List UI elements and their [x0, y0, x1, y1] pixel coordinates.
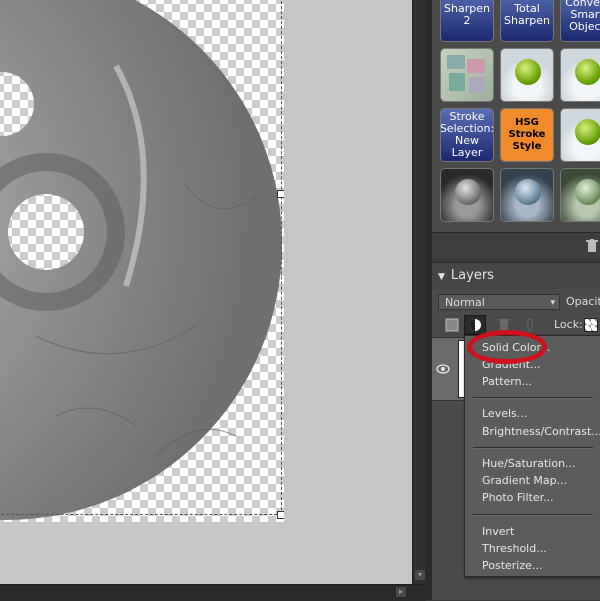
scroll-down-icon[interactable]: ▾	[415, 570, 425, 580]
menu-item-photo-filter[interactable]: Photo Filter...	[482, 491, 554, 505]
effect-thumb[interactable]: Total Sharpen	[500, 0, 554, 42]
selection-marquee	[0, 0, 282, 515]
menu-separator	[473, 514, 593, 516]
trash-icon[interactable]	[586, 239, 598, 253]
menu-item-brightness-contrast[interactable]: Brightness/Contrast...	[482, 425, 600, 439]
delete-layer-icon[interactable]	[496, 317, 512, 333]
effect-thumb[interactable]	[440, 48, 494, 102]
effect-thumb[interactable]: Stroke Selection: New Layer	[440, 108, 494, 162]
link-layers-icon[interactable]	[522, 317, 538, 333]
menu-item-hue-saturation[interactable]: Hue/Saturation...	[482, 457, 576, 471]
adjustment-layer-menu: Solid Color... Gradient... Pattern... Le…	[464, 335, 600, 577]
effects-toolbar	[432, 232, 600, 259]
lock-transparency-icon[interactable]	[584, 318, 598, 332]
effect-thumb[interactable]: HSG Stroke Style	[500, 108, 554, 162]
effect-thumb[interactable]	[500, 48, 554, 102]
menu-item-gradient-map[interactable]: Gradient Map...	[482, 474, 567, 488]
effect-label: Total Sharpen	[504, 2, 550, 27]
menu-item-solid-color[interactable]: Solid Color...	[482, 341, 551, 355]
scroll-right-icon[interactable]: ▸	[396, 587, 406, 597]
menu-separator	[473, 397, 593, 399]
new-layer-icon[interactable]	[444, 317, 460, 333]
canvas-area[interactable]	[0, 0, 412, 584]
transform-handle[interactable]	[277, 190, 284, 198]
menu-item-threshold[interactable]: Threshold...	[482, 542, 547, 556]
layers-title: Layers	[450, 268, 494, 283]
menu-separator	[473, 447, 593, 449]
effect-label: Stroke Selection: New Layer	[440, 110, 494, 159]
effect-label: Convert Smart Object	[565, 0, 600, 33]
opacity-label: Opacity:	[566, 295, 600, 308]
menu-item-pattern[interactable]: Pattern...	[482, 375, 532, 389]
transform-handle[interactable]	[277, 511, 284, 519]
effect-thumb[interactable]	[440, 168, 494, 222]
effect-thumb[interactable]: Sharpen 2	[440, 0, 494, 42]
chevron-down-icon: ▾	[550, 298, 555, 308]
vertical-scrollbar[interactable]: ▾	[412, 0, 427, 584]
menu-item-invert[interactable]: Invert	[482, 525, 514, 539]
effect-thumb[interactable]	[560, 48, 600, 102]
adjustment-layer-icon[interactable]	[464, 315, 486, 335]
eye-icon[interactable]	[436, 364, 450, 374]
document-canvas[interactable]	[0, 0, 284, 522]
collage-icon	[447, 55, 485, 93]
effect-thumb[interactable]	[560, 168, 600, 222]
collapse-triangle-icon[interactable]: ▼	[438, 264, 445, 290]
menu-item-levels[interactable]: Levels...	[482, 407, 527, 421]
blend-mode-value: Normal	[445, 296, 485, 309]
menu-item-gradient[interactable]: Gradient...	[482, 358, 540, 372]
menu-item-posterize[interactable]: Posterize...	[482, 559, 542, 573]
effect-thumb[interactable]	[560, 108, 600, 162]
blend-mode-select[interactable]: Normal ▾	[438, 294, 560, 310]
effect-thumb[interactable]: Convert Smart Object	[560, 0, 600, 42]
layers-panel-header[interactable]: ▼ Layers	[432, 262, 600, 290]
horizontal-scrollbar[interactable]: ▸	[0, 584, 426, 601]
layers-toolbar: Lock:	[438, 315, 600, 335]
effects-panel: Sharpen 2 Total Sharpen Convert Smart Ob…	[432, 0, 600, 258]
effect-label: HSG Stroke Style	[508, 117, 546, 152]
effect-thumb[interactable]	[500, 168, 554, 222]
effect-label: Sharpen 2	[444, 2, 490, 27]
lock-label: Lock:	[554, 318, 583, 331]
